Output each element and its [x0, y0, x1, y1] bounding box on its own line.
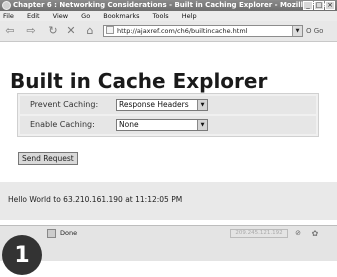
chevron-down-icon: ▼	[197, 120, 207, 130]
back-icon[interactable]: ⇦	[3, 24, 17, 38]
menu-file[interactable]: File	[3, 12, 14, 20]
step-badge: 1	[2, 235, 42, 275]
prevent-caching-label: Prevent Caching:	[30, 100, 99, 109]
caching-form: Prevent Caching: Response Headers ▼ Enab…	[17, 93, 319, 137]
window-title: Chapter 6 : Networking Considerations - …	[13, 1, 334, 9]
prevent-caching-select[interactable]: Response Headers ▼	[116, 99, 208, 111]
status-text: Done	[60, 229, 78, 237]
window-controls: _ □ ×	[303, 1, 335, 10]
menu-help[interactable]: Help	[182, 12, 197, 20]
enable-caching-label: Enable Caching:	[30, 120, 95, 129]
window-titlebar: Chapter 6 : Networking Considerations - …	[0, 0, 337, 11]
menu-tools[interactable]: Tools	[153, 12, 169, 20]
page-icon	[106, 26, 114, 34]
menu-bar: File Edit View Go Bookmarks Tools Help	[0, 11, 337, 21]
puzzle-icon[interactable]: ✿	[309, 228, 321, 239]
menu-go[interactable]: Go	[81, 12, 90, 20]
close-button[interactable]: ×	[325, 1, 335, 10]
go-button[interactable]: O Go	[306, 25, 323, 37]
menu-view[interactable]: View	[53, 12, 68, 20]
response-text: Hello World to 63.210.161.190 at 11:12:0…	[8, 195, 183, 204]
navigation-toolbar: ⇦ ⇨ ↻ ✕ ⌂ http://ajaxref.com/ch6/builtin…	[0, 21, 337, 42]
url-text: http://ajaxref.com/ch6/builtincache.html	[117, 27, 248, 35]
menu-edit[interactable]: Edit	[27, 12, 40, 20]
menu-bookmarks[interactable]: Bookmarks	[103, 12, 139, 20]
maximize-button[interactable]: □	[314, 1, 324, 10]
prevent-caching-value: Response Headers	[119, 100, 189, 109]
send-request-button[interactable]: Send Request	[18, 152, 78, 165]
page-icon	[47, 229, 56, 238]
enable-caching-row: Enable Caching: None ▼	[20, 116, 316, 134]
response-area: Hello World to 63.210.161.190 at 11:12:0…	[0, 182, 337, 220]
home-icon[interactable]: ⌂	[83, 24, 97, 38]
minimize-button[interactable]: _	[303, 1, 313, 10]
address-bar[interactable]: http://ajaxref.com/ch6/builtincache.html…	[103, 25, 303, 37]
dropdown-arrow-icon[interactable]: ▼	[292, 26, 302, 36]
stop-icon[interactable]: ✕	[64, 24, 78, 38]
enable-caching-value: None	[119, 120, 139, 129]
reload-icon[interactable]: ↻	[46, 24, 60, 38]
ip-indicator: 209.245.121.192	[230, 229, 288, 238]
chevron-down-icon: ▼	[197, 100, 207, 110]
firefox-icon	[2, 1, 11, 10]
enable-caching-select[interactable]: None ▼	[116, 119, 208, 131]
forward-icon[interactable]: ⇨	[24, 24, 38, 38]
page-title: Built in Cache Explorer	[10, 69, 268, 93]
prevent-caching-row: Prevent Caching: Response Headers ▼	[20, 96, 316, 114]
shield-icon[interactable]: ⊘	[293, 229, 303, 238]
status-bar: 1 Done 209.245.121.192 ⊘ ✿	[0, 225, 337, 275]
